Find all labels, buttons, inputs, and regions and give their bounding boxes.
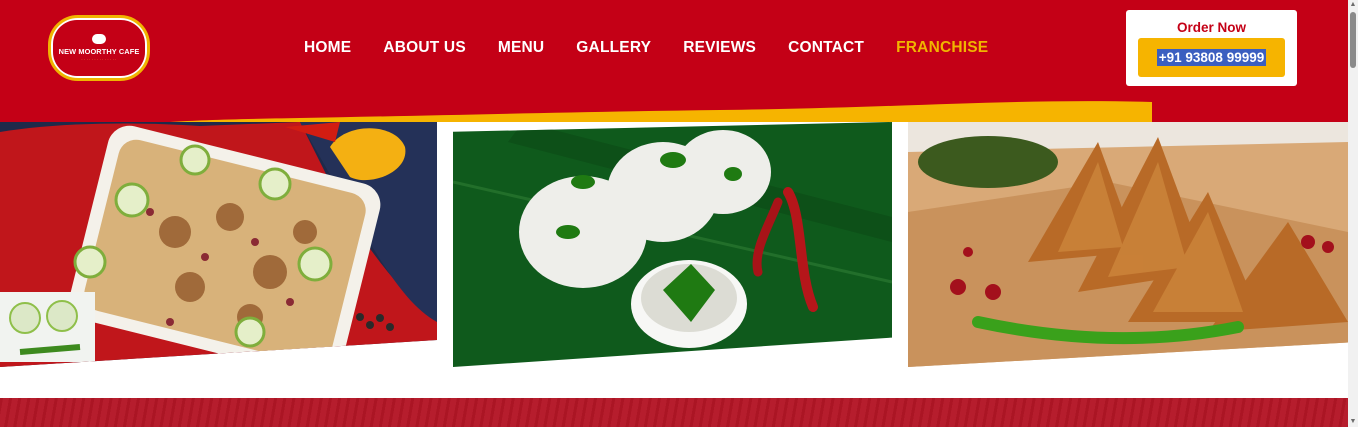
main-nav: HOME ABOUT US MENU GALLERY REVIEWS CONTA…	[304, 39, 988, 57]
scroll-down-icon[interactable]: ▼	[1348, 417, 1358, 427]
order-now-box: Order Now +91 93808 99999	[1126, 10, 1297, 86]
nav-about-us[interactable]: ABOUT US	[383, 39, 466, 57]
nav-menu[interactable]: MENU	[498, 39, 544, 57]
header-wave-decoration	[0, 96, 1358, 122]
logo-tagline-decoration: · · · · · · · · · · · · · ·	[81, 58, 117, 62]
logo-emblem: NEW MOORTHY CAFE · · · · · · · · · · · ·…	[53, 20, 145, 76]
logo-title: NEW MOORTHY CAFE	[58, 47, 140, 56]
nav-contact[interactable]: CONTACT	[788, 39, 864, 57]
biryani-image	[0, 122, 437, 367]
order-phone-button[interactable]: +91 93808 99999	[1138, 38, 1285, 77]
scrollbar-thumb[interactable]	[1350, 12, 1356, 68]
page-scrollbar[interactable]: ▲ ▼	[1348, 0, 1358, 427]
nav-gallery[interactable]: GALLERY	[576, 39, 651, 57]
samosa-image	[908, 122, 1348, 367]
nav-home[interactable]: HOME	[304, 39, 351, 57]
bottom-texture-band	[0, 398, 1348, 427]
order-now-title: Order Now	[1176, 20, 1246, 35]
order-phone-number[interactable]: +91 93808 99999	[1156, 49, 1267, 66]
brand-logo[interactable]: NEW MOORTHY CAFE · · · · · · · · · · · ·…	[48, 15, 150, 81]
idli-image	[453, 122, 892, 367]
page: NEW MOORTHY CAFE · · · · · · · · · · · ·…	[0, 0, 1358, 427]
nav-reviews[interactable]: REVIEWS	[683, 39, 756, 57]
logo-badge-icon	[92, 34, 106, 44]
scroll-up-icon[interactable]: ▲	[1348, 0, 1358, 10]
nav-franchise[interactable]: FRANCHISE	[896, 39, 988, 57]
